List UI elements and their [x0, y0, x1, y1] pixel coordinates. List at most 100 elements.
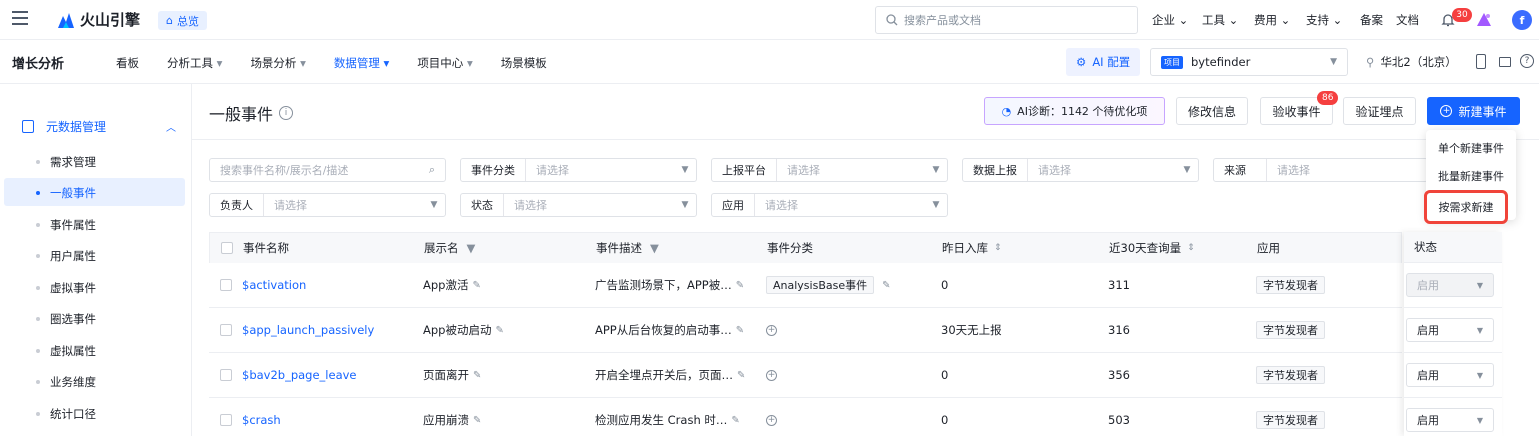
description-cell: 检测应用发生 Crash 时… ✎	[595, 413, 740, 427]
table-row: $app_launch_passively App被动启动 ✎ APP从后台恢复的启动…	[209, 308, 1402, 353]
brand-name: 火山引擎	[80, 11, 141, 29]
ai-config-button[interactable]: ⚙ AI 配置	[1066, 48, 1141, 76]
menu-item-single-create[interactable]: 单个新建事件	[1438, 140, 1504, 156]
divider	[192, 139, 1539, 140]
status-select[interactable]: 启用 ▼	[1406, 318, 1494, 342]
nav-project-center[interactable]: 项目中心 ▾	[417, 55, 472, 71]
header-queries[interactable]: 近30天查询量 ⇕	[1109, 233, 1195, 263]
filter-event-category[interactable]: 事件分类 请选择 ▼	[460, 158, 697, 182]
edit-icon[interactable]: ✎	[882, 280, 890, 291]
display-name-cell: App被动启动 ✎	[423, 323, 504, 337]
menu-billing[interactable]: 费用 ⌄	[1254, 12, 1306, 28]
menu-enterprise[interactable]: 企业 ⌄	[1152, 12, 1202, 28]
brand-logo[interactable]: 火山引擎	[56, 9, 140, 30]
help-icon[interactable]: ?	[1520, 54, 1534, 68]
edit-icon[interactable]: ✎	[472, 280, 480, 291]
menu-tools[interactable]: 工具 ⌄	[1202, 12, 1254, 28]
link-filing[interactable]: 备案	[1360, 12, 1396, 28]
mobile-icon[interactable]	[1476, 54, 1486, 69]
ai-diagnosis-button[interactable]: ◔ AI诊断：1142 个待优化项	[984, 97, 1165, 125]
select-all-checkbox[interactable]	[221, 242, 233, 254]
row-checkbox[interactable]	[220, 414, 232, 426]
chevron-up-icon: ︿	[166, 123, 176, 134]
event-search-input[interactable]: 搜索事件名称/展示名/描述 ⌕	[209, 158, 446, 182]
filter-source[interactable]: 来源 请选择	[1213, 158, 1428, 182]
menu-item-create-by-requirement[interactable]: 按需求新建	[1424, 190, 1508, 224]
sidebar-item-event-properties[interactable]: 事件属性	[36, 217, 96, 233]
sidebar-item-virtual-events[interactable]: 虚拟事件	[36, 280, 96, 296]
modify-info-button[interactable]: 修改信息	[1176, 97, 1248, 125]
edit-icon[interactable]: ✎	[736, 325, 744, 336]
edit-icon[interactable]: ✎	[737, 370, 745, 381]
project-select[interactable]: 项目 bytefinder ▼	[1150, 48, 1348, 76]
app-tag: 字节发现者	[1256, 411, 1325, 429]
row-checkbox[interactable]	[220, 279, 232, 291]
event-name-link[interactable]: $crash	[242, 398, 281, 436]
edit-icon[interactable]: ✎	[495, 325, 503, 336]
header-description[interactable]: 事件描述 ▼	[596, 233, 659, 263]
sidebar-item-circle-events[interactable]: 圈选事件	[36, 311, 96, 327]
app-cell: 字节发现者	[1256, 398, 1325, 436]
status-cell: 启用 ▼	[1404, 353, 1502, 398]
sidebar: 元数据管理 ︿ 需求管理 一般事件 事件属性 用户属性 虚拟事件 圈选事件 虚拟…	[0, 84, 192, 436]
home-icon: ⌂	[166, 14, 173, 27]
overview-label: 总览	[176, 14, 199, 28]
filter-app[interactable]: 应用 请选择 ▼	[711, 193, 948, 217]
add-category-icon[interactable]: +	[766, 324, 777, 336]
user-avatar[interactable]: f	[1512, 10, 1532, 30]
add-category-icon[interactable]: +	[766, 369, 777, 381]
nav-scenario-analysis[interactable]: 场景分析 ▾	[250, 55, 305, 71]
create-event-button[interactable]: + 新建事件	[1427, 97, 1520, 125]
region-selector[interactable]: ⚲ 华北2（北京）	[1366, 54, 1457, 70]
mail-icon[interactable]	[1499, 57, 1511, 67]
event-name-link[interactable]: $app_launch_passively	[242, 308, 374, 352]
add-category-icon[interactable]: +	[766, 414, 777, 426]
status-cell: 启用 ▼	[1404, 263, 1502, 308]
status-select[interactable]: 启用 ▼	[1406, 408, 1494, 432]
event-name-link[interactable]: $bav2b_page_leave	[242, 353, 357, 397]
overview-button[interactable]: ⌂ 总览	[158, 11, 207, 30]
search-placeholder: 搜索产品或文档	[904, 14, 981, 27]
sidebar-group-metadata[interactable]: 元数据管理 ︿	[22, 118, 182, 135]
nav-analysis-tools[interactable]: 分析工具 ▾	[167, 55, 222, 71]
header-yesterday[interactable]: 昨日入库 ⇕	[942, 233, 1002, 263]
header-display-name[interactable]: 展示名 ▼	[424, 233, 475, 263]
sidebar-item-business-dimensions[interactable]: 业务维度	[36, 374, 96, 390]
menu-support[interactable]: 支持 ⌄	[1306, 12, 1360, 28]
event-name-link[interactable]: $activation	[242, 263, 306, 307]
sidebar-item-user-properties[interactable]: 用户属性	[36, 248, 96, 264]
link-docs[interactable]: 文档	[1396, 12, 1432, 28]
edit-icon[interactable]: ✎	[473, 415, 481, 426]
filter-status[interactable]: 状态 请选择 ▼	[460, 193, 697, 217]
sidebar-item-general-events[interactable]: 一般事件	[36, 185, 96, 201]
edit-icon[interactable]: ✎	[731, 415, 739, 426]
row-checkbox[interactable]	[220, 369, 232, 381]
nav-data-management[interactable]: 数据管理 ▾	[334, 55, 389, 71]
product-title: 增长分析	[12, 57, 65, 72]
edit-icon[interactable]: ✎	[473, 370, 481, 381]
ai-diagnosis-icon: ◔	[1001, 104, 1012, 118]
row-checkbox[interactable]	[220, 324, 232, 336]
yesterday-cell: 0	[941, 278, 949, 292]
filter-owner[interactable]: 负责人 请选择 ▼	[209, 193, 446, 217]
filter-data-report[interactable]: 数据上报 请选择 ▼	[962, 158, 1199, 182]
region-label: 华北2（北京）	[1380, 55, 1457, 69]
nav-scenario-templates[interactable]: 场景模板	[501, 55, 547, 71]
sidebar-item-virtual-properties[interactable]: 虚拟属性	[36, 343, 96, 359]
ai-assistant-icon[interactable]	[1476, 12, 1492, 31]
project-badge: 项目	[1161, 55, 1183, 69]
nav-dashboard[interactable]: 看板	[116, 55, 139, 71]
sidebar-item-metrics[interactable]: 统计口径	[36, 406, 96, 422]
filter-report-platform[interactable]: 上报平台 请选择 ▼	[711, 158, 948, 182]
chevron-down-icon: ▼	[932, 200, 940, 210]
status-select[interactable]: 启用 ▼	[1406, 363, 1494, 387]
verify-tracking-button[interactable]: 验证埋点	[1343, 97, 1416, 125]
menu-item-batch-create[interactable]: 批量新建事件	[1438, 168, 1504, 184]
hamburger-menu-icon[interactable]	[12, 11, 28, 25]
global-search-input[interactable]: 搜索产品或文档	[875, 6, 1138, 34]
edit-icon[interactable]: ✎	[736, 280, 744, 291]
info-icon[interactable]: i	[279, 106, 294, 120]
yesterday-cell: 0	[941, 413, 949, 427]
sidebar-item-requirements[interactable]: 需求管理	[36, 154, 96, 170]
yesterday-cell: 0	[941, 368, 949, 382]
